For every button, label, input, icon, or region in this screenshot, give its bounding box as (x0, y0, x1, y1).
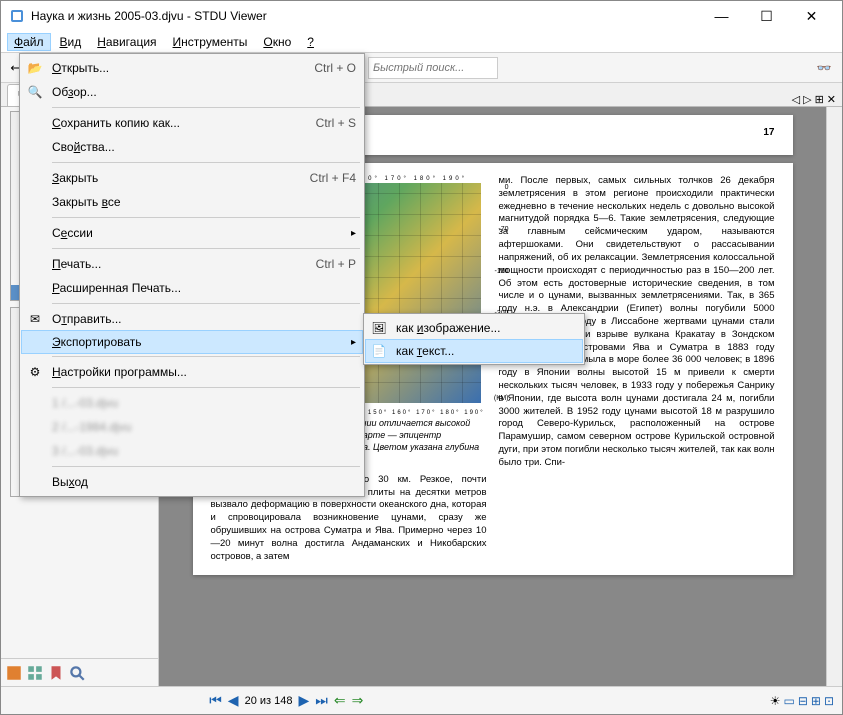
minimize-button[interactable]: — (699, 2, 744, 30)
menu-tools[interactable]: Инструменты (166, 33, 255, 51)
menu-close[interactable]: ЗакрытьCtrl + F4 (22, 166, 362, 190)
sidebar-toolbar (1, 658, 158, 686)
menu-recent-1[interactable]: 1 /...-03.djvu (22, 391, 362, 415)
continuous-icon[interactable]: ⊟ (798, 694, 808, 708)
menu-window[interactable]: Окно (256, 33, 298, 51)
brightness-icon[interactable]: ☀ (770, 694, 781, 708)
tab-next-icon[interactable]: ▷ (803, 93, 811, 106)
title-bar: Наука и жизнь 2005-03.djvu - STDU Viewer… (1, 1, 842, 31)
submenu-as-image[interactable]: 🖼 как изображение... (366, 316, 582, 340)
menu-navigation[interactable]: Навигация (90, 33, 163, 51)
menu-bar: Файл Вид Навигация Инструменты Окно ? (1, 31, 842, 53)
first-page-button[interactable]: ⏮ (209, 692, 222, 709)
menu-close-all[interactable]: Закрыть все (22, 190, 362, 214)
menu-sessions[interactable]: Сессии▸ (22, 221, 362, 245)
menu-recent-3[interactable]: 3 /...-03.djvu (22, 439, 362, 463)
next-page-button[interactable]: ▶ (298, 692, 309, 709)
last-page-button[interactable]: ⏭ (315, 692, 328, 709)
menu-file[interactable]: Файл (7, 33, 51, 51)
menu-exit[interactable]: Выход (22, 470, 362, 494)
close-button[interactable]: ✕ (789, 2, 834, 30)
forward-button[interactable]: ⇒ (352, 692, 364, 709)
menu-browse[interactable]: 🔍 Обзор... (22, 80, 362, 104)
menu-settings[interactable]: ⚙ Настройки программы... (22, 360, 362, 384)
prev-page-button[interactable]: ◀ (228, 692, 239, 709)
menu-save-copy[interactable]: Сохранить копию как...Ctrl + S (22, 111, 362, 135)
maximize-button[interactable]: ☐ (744, 2, 789, 30)
thumbnails-icon[interactable] (26, 664, 44, 682)
menu-recent-2[interactable]: 2 /...-1984.djvu (22, 415, 362, 439)
search-panel-icon[interactable] (68, 664, 86, 682)
submenu-as-text[interactable]: 📄 как текст... (365, 339, 583, 363)
folder-open-icon: 📂 (26, 59, 44, 77)
magnifier-icon: 🔍 (26, 83, 44, 101)
vertical-scrollbar[interactable] (826, 107, 842, 686)
menu-export[interactable]: Экспортировать▸ (21, 330, 363, 354)
single-page-icon[interactable]: ▭ (783, 694, 794, 708)
menu-print[interactable]: Печать...Ctrl + P (22, 252, 362, 276)
menu-adv-print[interactable]: Расширенная Печать... (22, 276, 362, 300)
settings-icon: ⚙ (26, 363, 44, 381)
menu-open[interactable]: 📂 Открыть...Ctrl + O (22, 56, 362, 80)
image-icon: 🖼 (370, 319, 388, 337)
menu-send[interactable]: ✉ Отправить... (22, 307, 362, 331)
binoculars-icon[interactable]: 👓 (812, 56, 836, 80)
tab-grid-icon[interactable]: ⊞ (815, 93, 824, 106)
app-icon (9, 8, 25, 24)
menu-properties[interactable]: Свойства... (22, 135, 362, 159)
body-text-right: ми. После первых, самых сильных толчков … (499, 175, 775, 563)
tab-close-icon[interactable]: ✕ (827, 93, 836, 106)
page-counter: 20 из 148 (245, 695, 293, 707)
tab-prev-icon[interactable]: ◁ (792, 93, 800, 106)
menu-help[interactable]: ? (300, 33, 321, 51)
contents-icon[interactable] (5, 664, 23, 682)
quick-search-input[interactable] (368, 57, 498, 79)
page-number: 17 (763, 127, 774, 138)
back-button[interactable]: ⇐ (334, 692, 346, 709)
export-submenu: 🖼 как изображение... 📄 как текст... (363, 313, 585, 365)
envelope-icon: ✉ (26, 310, 44, 328)
map-legend: 0-70-150-300-500(КМ) (487, 183, 509, 403)
bookmarks-icon[interactable] (47, 664, 65, 682)
status-bar: ⏮ ◀ 20 из 148 ▶ ⏭ ⇐ ⇒ ☀ ▭ ⊟ ⊞ ⊡ (1, 686, 842, 714)
menu-view[interactable]: Вид (53, 33, 89, 51)
facing-icon[interactable]: ⊞ (811, 694, 821, 708)
file-menu-dropdown: 📂 Открыть...Ctrl + O 🔍 Обзор... Сохранит… (19, 53, 365, 497)
text-file-icon: 📄 (370, 342, 388, 360)
continuous-facing-icon[interactable]: ⊡ (824, 694, 834, 708)
window-title: Наука и жизнь 2005-03.djvu - STDU Viewer (31, 9, 699, 23)
